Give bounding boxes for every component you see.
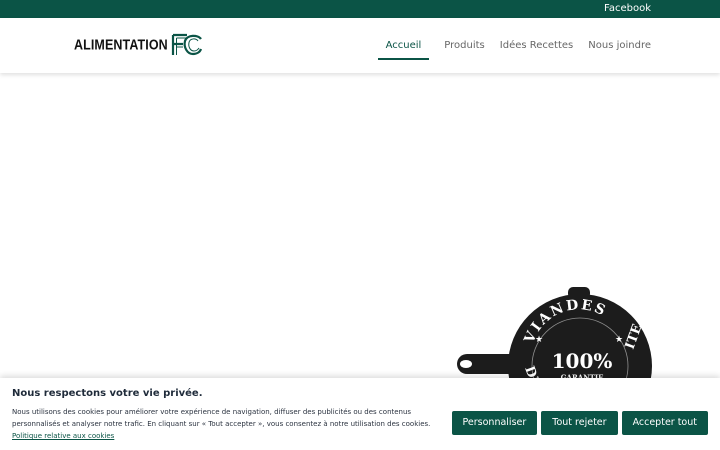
quality-guarantee-badge: VIANDES ★ ★ DE ITE 100% GARANTIE	[457, 287, 652, 386]
cookie-buttons: Personnaliser Tout rejeter Accepter tout	[448, 411, 708, 435]
cookie-consent-banner: Nous respectons votre vie privée. Nous u…	[0, 378, 720, 450]
badge-percent: 100%	[552, 349, 613, 373]
reject-all-button[interactable]: Tout rejeter	[541, 411, 618, 435]
facebook-link[interactable]: Facebook	[604, 2, 651, 16]
site-logo[interactable]: ALIMENTATION	[74, 33, 203, 57]
nav-item-produits[interactable]: Produits	[444, 18, 484, 73]
site-header: ALIMENTATION Accueil Produits Idées Rece…	[0, 18, 720, 73]
pan-handle-hole	[460, 360, 472, 368]
top-bar: Facebook	[0, 0, 720, 18]
nav-item-nous-joindre[interactable]: Nous joindre	[588, 18, 651, 73]
logo-text: ALIMENTATION	[74, 36, 168, 54]
accept-all-button[interactable]: Accepter tout	[621, 411, 708, 435]
cookie-description-text: Nous utilisons des cookies pour améliore…	[12, 408, 431, 428]
nav-item-accueil[interactable]: Accueil	[377, 18, 430, 73]
cookie-policy-link[interactable]: Politique relative aux cookies	[12, 432, 114, 440]
cookie-description: Nous utilisons des cookies pour améliore…	[12, 406, 457, 442]
svg-text:★: ★	[615, 335, 623, 345]
fc-monogram-icon	[171, 33, 202, 56]
main-nav: Accueil Produits Idées Recettes Nous joi…	[377, 18, 651, 73]
nav-item-idees-recettes[interactable]: Idées Recettes	[500, 18, 574, 73]
svg-text:★: ★	[535, 335, 543, 345]
cookie-title: Nous respectons votre vie privée.	[12, 388, 203, 399]
customize-button[interactable]: Personnaliser	[451, 411, 538, 435]
